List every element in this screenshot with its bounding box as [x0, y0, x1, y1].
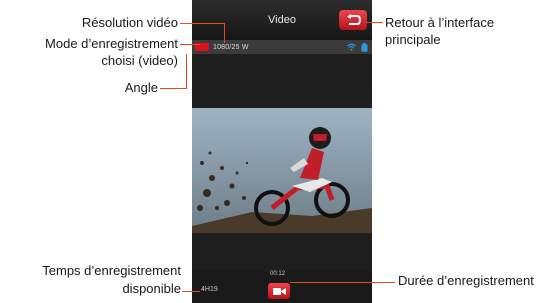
callout-resolution: Résolution vidéo: [81, 15, 178, 30]
camera-preview: [192, 108, 372, 233]
record-button[interactable]: [268, 283, 290, 299]
callout-mode-line1: Mode d’enregistrement: [45, 36, 178, 51]
wifi-icon: [347, 43, 356, 51]
status-left: 1080/25 W: [195, 42, 249, 52]
leader-back: [367, 22, 383, 23]
callout-angle: Angle: [124, 80, 158, 95]
leader-resolution-drop: [224, 23, 225, 43]
bottom-bar: 00:12 4H19: [192, 271, 372, 303]
leader-angle-rise: [186, 54, 187, 89]
return-arrow-icon: [347, 14, 361, 25]
back-button[interactable]: [339, 10, 367, 30]
callout-time-line2: disponible: [122, 281, 181, 296]
time-available: 4H19: [201, 286, 218, 293]
status-right: [347, 42, 368, 52]
recording-duration: 00:12: [270, 271, 286, 277]
video-camera-icon: [272, 287, 286, 295]
callout-mode-line2: choisi (video): [101, 53, 178, 68]
status-bar: 1080/25 W: [192, 40, 372, 54]
leader-duration: [290, 282, 395, 283]
leader-angle: [160, 88, 186, 89]
top-bar: Video: [192, 0, 372, 40]
leader-mode: [180, 44, 200, 45]
callout-time-line1: Temps d’enregistrement: [42, 263, 181, 278]
leader-time: [182, 291, 200, 292]
motocross-photo: [192, 108, 372, 233]
battery-icon: [361, 42, 368, 52]
resolution-text: 1080/25 W: [213, 43, 249, 51]
callout-back-line2: principale: [385, 32, 441, 47]
callout-duration: Durée d’enregistrement: [398, 273, 534, 288]
callout-back-line1: Retour à l’interface: [385, 15, 495, 30]
leader-resolution: [180, 23, 224, 24]
phone-screen: Video 1080/25 W 00:12 4H19: [192, 0, 372, 303]
